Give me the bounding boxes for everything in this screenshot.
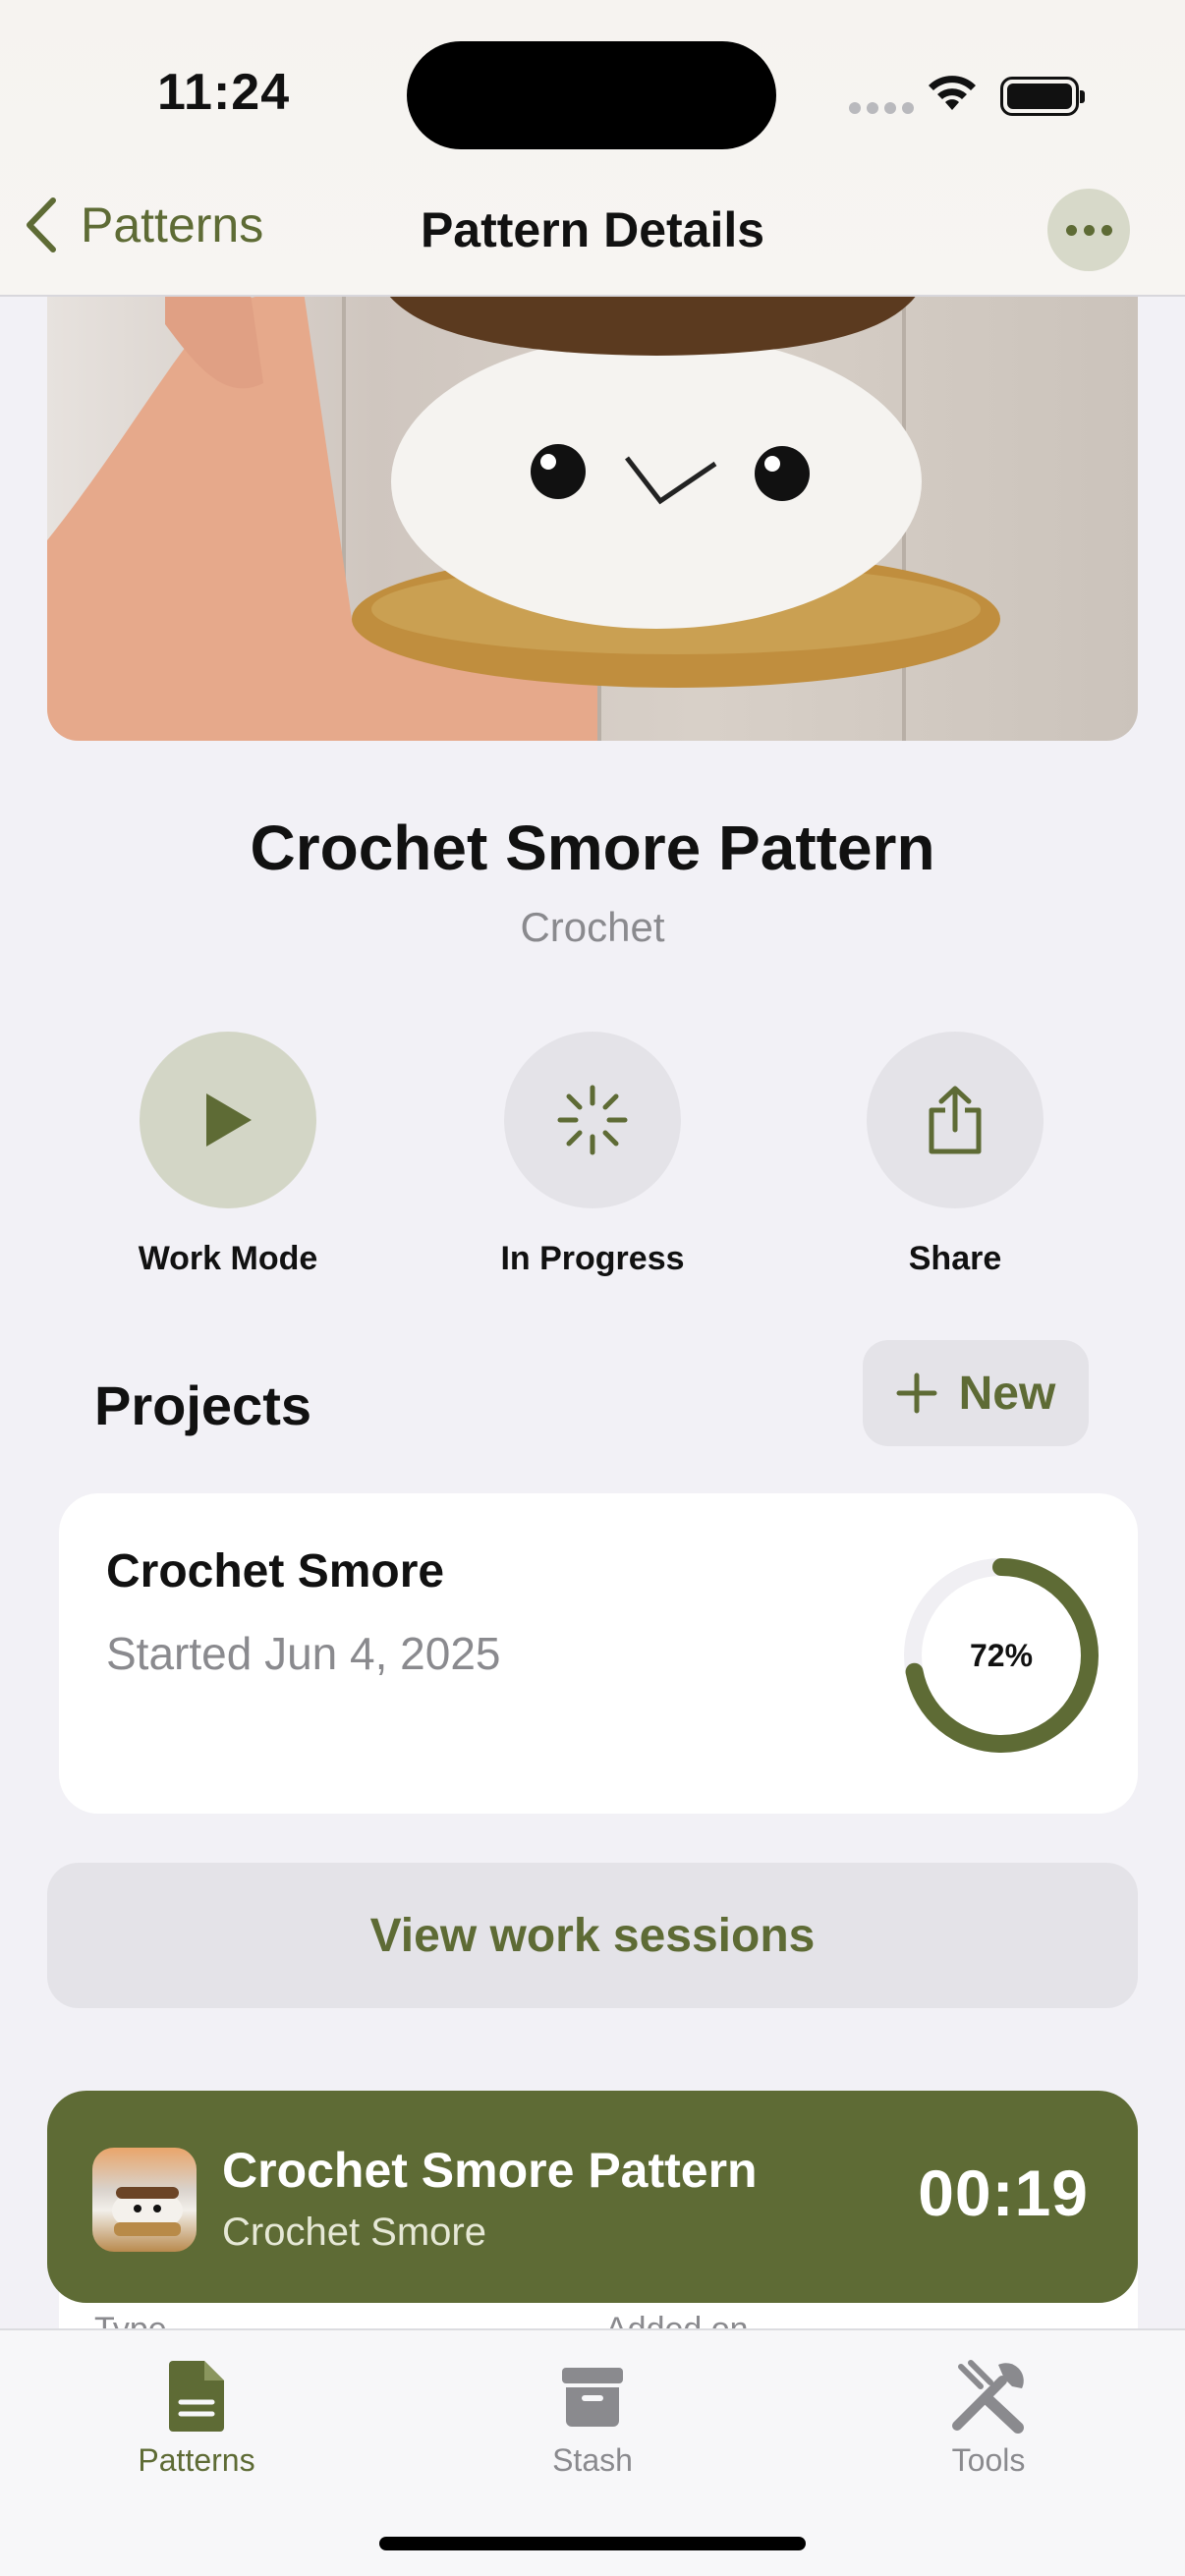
new-project-button[interactable]: New (863, 1340, 1089, 1446)
work-mode-button[interactable]: Work Mode (110, 1032, 346, 1278)
cellular-signal-icon (849, 102, 914, 114)
work-mode-label: Work Mode (138, 1240, 318, 1277)
more-options-button[interactable] (1047, 189, 1130, 271)
home-indicator (379, 2537, 806, 2550)
share-button[interactable]: Share (837, 1032, 1073, 1278)
in-progress-label: In Progress (500, 1240, 685, 1277)
ellipsis-icon (1065, 224, 1077, 236)
share-icon (929, 1086, 982, 1154)
plus-icon (896, 1372, 937, 1414)
navigation-bar: 11:24 Patterns Pattern Details (0, 0, 1185, 297)
pattern-photo (47, 246, 1138, 741)
session-project-name: Crochet Smore (222, 2211, 486, 2254)
battery-icon (1000, 77, 1085, 116)
tab-stash-label: Stash (552, 2442, 633, 2478)
work-mode-circle[interactable] (140, 1032, 316, 1208)
view-work-sessions-button[interactable]: View work sessions (47, 1863, 1138, 2008)
project-progress-label: 72% (969, 1637, 1034, 1673)
pattern-title: Crochet Smore Pattern (250, 812, 935, 883)
tab-patterns[interactable]: Patterns (79, 2354, 314, 2479)
projects-heading: Projects (94, 1374, 311, 1436)
tools-icon (952, 2360, 1024, 2434)
session-pattern-name: Crochet Smore Pattern (222, 2143, 758, 2198)
project-card[interactable]: Crochet Smore Started Jun 4, 2025 72% (59, 1493, 1138, 1814)
tab-stash[interactable]: Stash (475, 2354, 710, 2479)
share-label: Share (908, 1240, 1002, 1277)
play-icon (206, 1093, 252, 1147)
session-elapsed-time: 00:19 (918, 2156, 1089, 2229)
progress-spinner-icon (557, 1085, 628, 1155)
project-name: Crochet Smore (106, 1545, 445, 1597)
tab-tools[interactable]: Tools (871, 2354, 1106, 2479)
pattern-craft: Crochet (520, 904, 665, 950)
project-progress-ring: 72% (900, 1554, 1102, 1757)
session-thumbnail (92, 2148, 197, 2252)
page-title: Pattern Details (420, 202, 765, 257)
in-progress-circle[interactable] (504, 1032, 681, 1208)
tab-tools-label: Tools (951, 2442, 1026, 2478)
wifi-icon (929, 76, 976, 110)
dynamic-island (407, 41, 776, 149)
tab-patterns-label: Patterns (138, 2442, 255, 2478)
share-circle[interactable] (867, 1032, 1044, 1208)
in-progress-button[interactable]: In Progress (475, 1032, 710, 1278)
project-start-date: Started Jun 4, 2025 (106, 1628, 501, 1679)
status-time: 11:24 (157, 64, 291, 121)
archive-box-icon (562, 2368, 623, 2427)
document-icon (169, 2361, 224, 2432)
new-project-label: New (958, 1367, 1056, 1420)
active-session-banner[interactable]: Crochet Smore Pattern Crochet Smore 00:1… (47, 2091, 1138, 2303)
